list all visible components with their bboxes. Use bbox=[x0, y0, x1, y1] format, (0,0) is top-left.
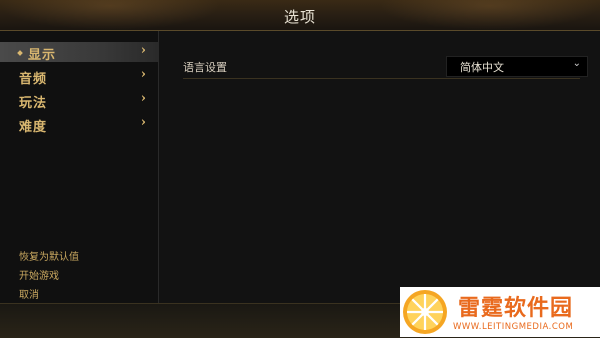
cancel-button[interactable]: 取消 bbox=[19, 286, 39, 301]
sidebar-item-label: 玩法 bbox=[19, 96, 48, 111]
sidebar-item-display[interactable]: 显示 › bbox=[0, 42, 158, 63]
sidebar-item-gameplay[interactable]: 玩法 › bbox=[0, 90, 158, 111]
page-title: 选项 bbox=[283, 8, 316, 26]
active-indicator-icon bbox=[17, 50, 23, 56]
chevron-right-icon: › bbox=[140, 43, 146, 58]
language-setting-label: 语言设置 bbox=[183, 61, 227, 74]
title-bar: 选项 bbox=[0, 0, 600, 31]
chevron-right-icon: › bbox=[140, 67, 146, 82]
language-select-value: 简体中文 bbox=[460, 61, 504, 74]
sidebar-item-label: 显示 bbox=[28, 48, 57, 63]
watermark-url: WWW.LEITINGMEDIA.COM bbox=[453, 322, 574, 332]
chevron-right-icon: › bbox=[140, 91, 146, 106]
reset-defaults-button[interactable]: 恢复为默认值 bbox=[19, 248, 79, 263]
start-game-button[interactable]: 开始游戏 bbox=[19, 267, 59, 282]
chevron-down-icon: ⌄ bbox=[572, 58, 581, 69]
sidebar-item-difficulty[interactable]: 难度 › bbox=[0, 114, 158, 135]
watermark: 雷霆软件园 WWW.LEITINGMEDIA.COM bbox=[400, 287, 600, 337]
language-setting-row: 语言设置 简体中文 ⌄ bbox=[183, 56, 588, 79]
sidebar-item-label: 音频 bbox=[19, 72, 48, 87]
sidebar: 显示 › 音频 › 玩法 › 难度 › 恢复为默认值 开始游戏 取消 bbox=[0, 31, 159, 303]
language-select[interactable]: 简体中文 ⌄ bbox=[446, 56, 588, 77]
watermark-name: 雷霆软件园 bbox=[458, 296, 574, 321]
settings-panel: 语言设置 简体中文 ⌄ bbox=[159, 31, 600, 303]
chevron-right-icon: › bbox=[140, 115, 146, 130]
orange-slice-logo-icon bbox=[403, 290, 447, 334]
sidebar-item-audio[interactable]: 音频 › bbox=[0, 66, 158, 87]
sidebar-item-label: 难度 bbox=[19, 120, 48, 135]
